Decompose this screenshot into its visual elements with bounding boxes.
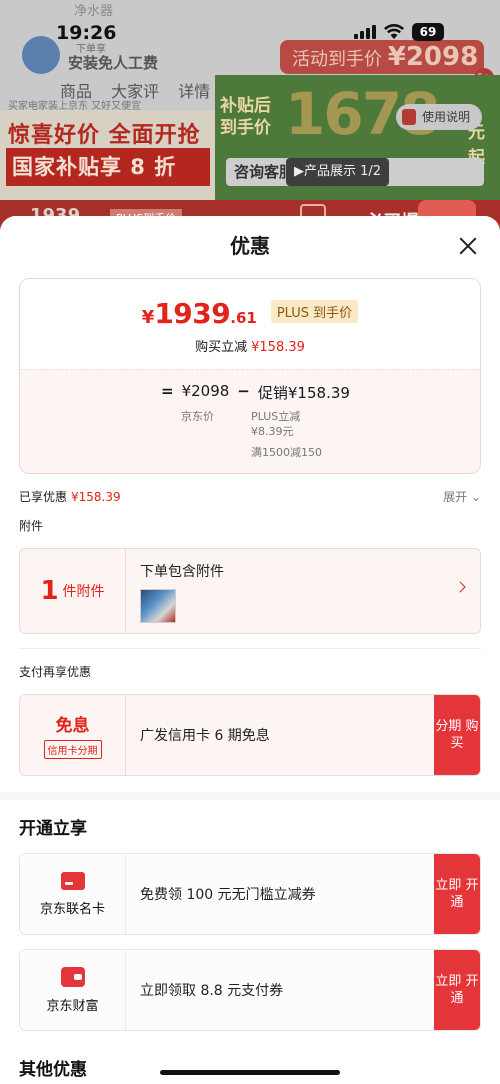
bg-logo-title: 安装免人工费 (68, 54, 159, 72)
open-now-button[interactable]: 立即 开通 (434, 854, 480, 934)
attachment-thumbnail (140, 589, 176, 623)
bg-subsidy-title: 国家补贴享 8 折 (6, 148, 210, 186)
attachment-card[interactable]: 1 件附件 下单包含附件 (19, 548, 481, 634)
bg-guide-button: 使用说明 (396, 104, 482, 130)
attachment-section-title: 附件 (19, 519, 44, 533)
status-icons: 69 (354, 20, 444, 44)
offer-name: 京东财富 (46, 998, 99, 1014)
offer-name: 京东联名卡 (39, 901, 105, 917)
plus-discount-label: PLUS立减 (251, 410, 301, 423)
attachment-title: 下单包含附件 (140, 564, 224, 580)
price-breakdown: = ¥2098 − 促销¥158.39 京东价 PLUS立减 ¥8.39元 满1… (20, 369, 480, 473)
divider (19, 648, 481, 649)
enjoyed-discount: 已享优惠 ¥158.39 (19, 490, 121, 504)
chevron-right-icon (454, 581, 466, 593)
bg-product-name: 净水器 (74, 4, 114, 19)
chevron-down-icon: ⌄ (470, 490, 481, 504)
offer-text: 免费领 100 元无门槛立减券 (140, 887, 316, 903)
jd-wealth-offer: 京东财富 立即领取 8.8 元支付券 立即 开通 (19, 949, 481, 1031)
base-price-label: 京东价 (181, 410, 214, 423)
sheet-title: 优惠 (230, 234, 270, 258)
home-indicator[interactable] (160, 1070, 340, 1075)
plus-price-tag: PLUS 到手价 (270, 300, 359, 323)
battery-icon: 69 (412, 23, 444, 41)
interest-free-text: 广发信用卡 6 期免息 (140, 728, 270, 744)
bg-brand-logo (22, 36, 60, 74)
instant-discount: 购买立减 ¥158.39 (195, 340, 305, 355)
status-time: 19:26 (56, 22, 117, 44)
open-now-button[interactable]: 立即 开通 (434, 950, 480, 1030)
expand-button[interactable]: 展开 ⌄ (443, 488, 481, 505)
attachment-count: 1 (40, 576, 59, 606)
signal-icon (354, 25, 376, 39)
bg-hot-title: 惊喜好价 全面开抢 (8, 123, 201, 148)
other-section-title: 其他优惠 (19, 1060, 87, 1080)
bg-activity-price: 活动到手价 ¥2098 (280, 40, 484, 74)
pay-section-title: 支付再享优惠 (19, 665, 92, 679)
credit-card-icon (60, 871, 85, 890)
plus-discount-value: ¥8.39元 (251, 425, 294, 438)
attachment-unit: 件附件 (62, 584, 105, 600)
base-price: ¥2098 (181, 382, 230, 400)
bg-side-text: 补贴后 到手价 (220, 96, 271, 138)
co-brand-card-offer: 京东联名卡 免费领 100 元无门槛立减券 立即 开通 (19, 853, 481, 935)
interest-free-title: 免息 (55, 716, 90, 736)
installment-buy-button[interactable]: 分期 购买 (434, 695, 480, 775)
full-reduction-label: 满1500减150 (251, 446, 322, 459)
promo-amount: 促销¥158.39 (257, 384, 350, 402)
installment-tag: 信用卡分期 (43, 740, 102, 759)
bg-showcase: ▶产品展示 1/2 (286, 158, 390, 186)
discount-sheet: 优惠 ¥1939.61 PLUS 到手价 购买立减 ¥158.39 = ¥2098 (0, 216, 500, 1084)
open-section-title: 开通立享 (19, 819, 87, 839)
final-price: ¥1939.61 (141, 297, 257, 330)
wallet-icon (60, 966, 85, 987)
offer-text: 立即领取 8.8 元支付券 (140, 983, 284, 999)
price-card: ¥1939.61 PLUS 到手价 购买立减 ¥158.39 = ¥2098 − … (19, 278, 481, 474)
close-icon[interactable] (458, 236, 478, 256)
interest-free-card: 免息 信用卡分期 广发信用卡 6 期免息 分期 购买 (19, 694, 481, 776)
wifi-icon (384, 24, 404, 39)
sheet-header: 优惠 (0, 216, 500, 276)
